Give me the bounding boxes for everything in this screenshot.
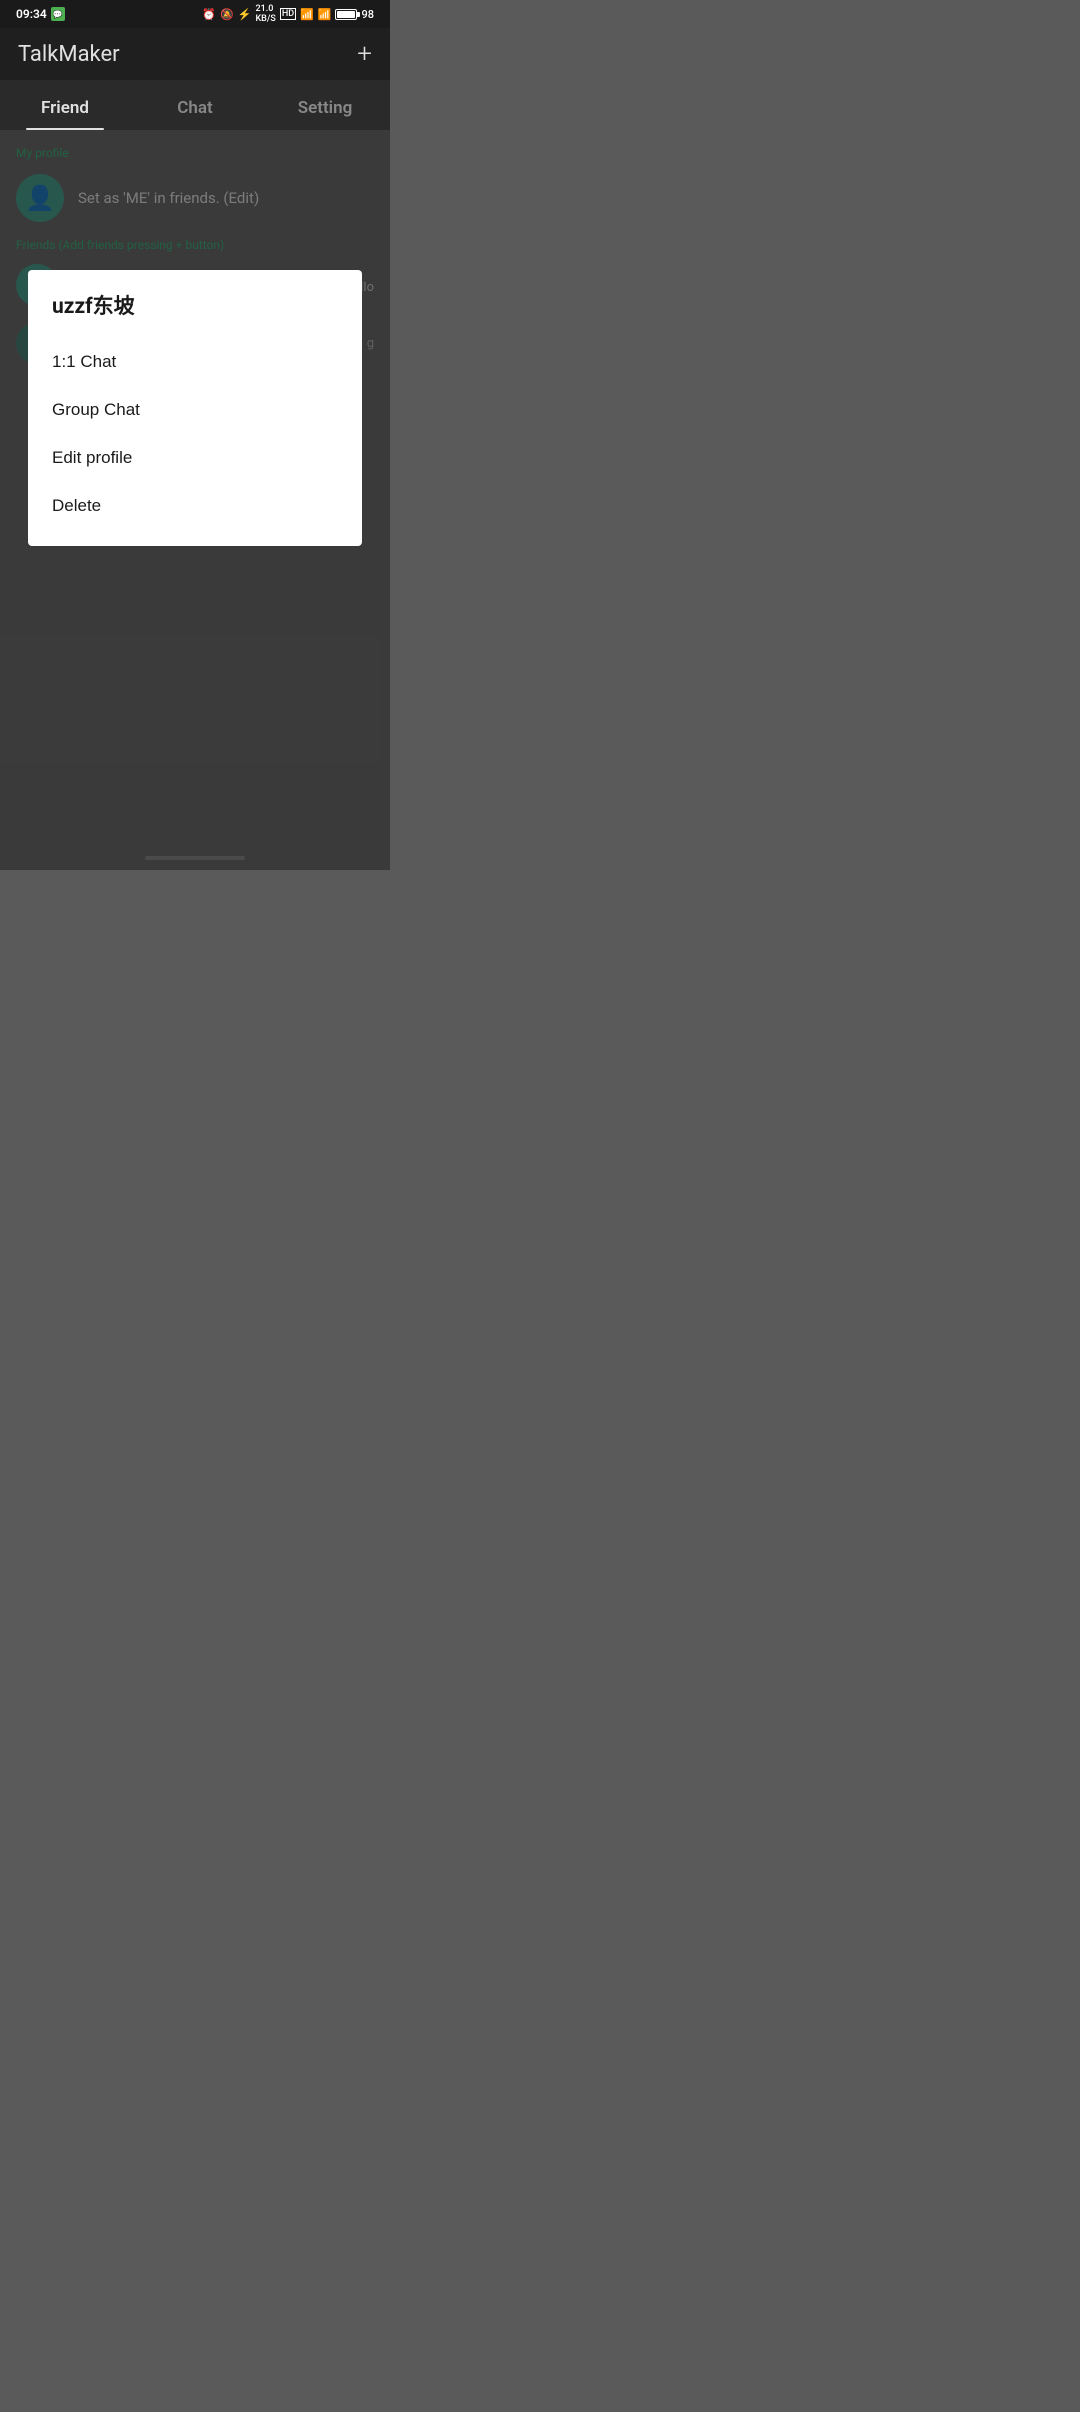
status-right: ⏰ 🔕 ⚡ 21.0KB/S HD 📶 📶 98 xyxy=(202,4,374,24)
speed-indicator: 21.0KB/S xyxy=(255,4,275,24)
context-menu: uzzf东坡 1:1 Chat Group Chat Edit profile … xyxy=(28,270,362,546)
tab-friend[interactable]: Friend xyxy=(0,98,130,130)
main-content: My profile 👤 Set as 'ME' in friends. (Ed… xyxy=(0,130,390,870)
wifi-icon: 📶 xyxy=(300,8,314,21)
alarm-icon: ⏰ xyxy=(202,8,216,21)
context-item-edit-profile[interactable]: Edit profile xyxy=(52,434,338,482)
status-time: 09:34 xyxy=(16,7,47,21)
hd-badge: HD xyxy=(280,8,296,20)
tab-chat[interactable]: Chat xyxy=(130,98,260,130)
status-bar: 09:34 💬 ⏰ 🔕 ⚡ 21.0KB/S HD 📶 📶 98 xyxy=(0,0,390,28)
battery-indicator xyxy=(335,9,357,20)
context-item-one-to-one-chat[interactable]: 1:1 Chat xyxy=(52,338,338,386)
mute-icon: 🔕 xyxy=(220,8,234,21)
status-left: 09:34 💬 xyxy=(16,7,65,21)
tab-bar: Friend Chat Setting xyxy=(0,80,390,130)
battery-percent: 98 xyxy=(361,8,374,21)
app-title: TalkMaker xyxy=(18,42,120,67)
context-item-delete[interactable]: Delete xyxy=(52,482,338,530)
bluetooth-icon: ⚡ xyxy=(238,8,252,21)
tab-setting[interactable]: Setting xyxy=(260,98,390,130)
add-friend-button[interactable]: + xyxy=(357,39,372,69)
context-item-group-chat[interactable]: Group Chat xyxy=(52,386,338,434)
chat-notification-icon: 💬 xyxy=(51,7,65,21)
app-header: TalkMaker + xyxy=(0,28,390,80)
signal-icon: 📶 xyxy=(318,8,332,21)
context-menu-title: uzzf东坡 xyxy=(52,290,338,320)
